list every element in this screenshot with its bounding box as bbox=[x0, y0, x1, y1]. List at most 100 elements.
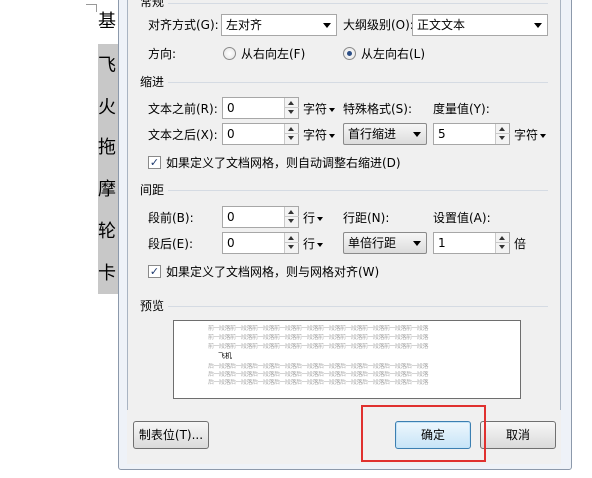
spin-down-icon[interactable] bbox=[288, 245, 294, 249]
chevron-down-icon bbox=[534, 23, 542, 28]
measure-label: 度量值(Y): bbox=[433, 102, 490, 116]
ltr-label[interactable]: 从左向右(L) bbox=[361, 46, 425, 62]
indent-before-unit[interactable]: 字符 bbox=[303, 101, 336, 117]
space-before-input[interactable]: 0 bbox=[222, 206, 299, 228]
doc-char[interactable]: 摩 bbox=[98, 180, 118, 200]
doc-char[interactable]: 火 bbox=[98, 98, 118, 118]
doc-char[interactable]: 飞 bbox=[98, 56, 118, 76]
spin-down-icon[interactable] bbox=[288, 110, 294, 114]
section-divider bbox=[140, 3, 548, 4]
preview-next-line: 后一段落后一段落后一段落后一段落后一段落后一段落后一段落后一段落后一段落后一段落 bbox=[208, 379, 429, 386]
space-after-unit[interactable]: 行 bbox=[303, 236, 324, 252]
screen: { "document": { "chars": ["基", "飞", "火",… bbox=[0, 0, 592, 478]
measure-input[interactable]: 5 bbox=[433, 123, 510, 145]
spin-down-icon[interactable] bbox=[288, 219, 294, 223]
spin-up-icon[interactable] bbox=[499, 127, 505, 131]
line-spacing-select[interactable]: 单倍行距 bbox=[343, 232, 427, 254]
outline-level-select[interactable]: 正文文本 bbox=[412, 14, 548, 36]
alignment-value: 左对齐 bbox=[226, 18, 263, 32]
doc-char[interactable]: 基 bbox=[98, 12, 118, 32]
unit-text: 字符 bbox=[303, 102, 328, 116]
preview-next-line: 后一段落后一段落后一段落后一段落后一段落后一段落后一段落后一段落后一段落后一段落 bbox=[208, 371, 429, 378]
spin-down-icon[interactable] bbox=[288, 136, 294, 140]
spin-buttons[interactable] bbox=[495, 124, 510, 144]
indent-after-label: 文本之后(X): bbox=[148, 128, 218, 142]
spin-down-icon[interactable] bbox=[499, 245, 505, 249]
special-format-select[interactable]: 首行缩进 bbox=[343, 123, 427, 145]
special-format-label: 特殊格式(S): bbox=[343, 102, 413, 116]
grid-align-checkbox[interactable]: ✓ bbox=[148, 265, 161, 278]
measure-unit[interactable]: 字符 bbox=[514, 127, 547, 143]
outline-level-label: 大纲级别(O): bbox=[343, 18, 414, 32]
spin-up-icon[interactable] bbox=[288, 127, 294, 131]
unit-text: 字符 bbox=[514, 128, 539, 142]
rtl-label[interactable]: 从右向左(F) bbox=[241, 46, 305, 62]
spin-buttons[interactable] bbox=[284, 124, 299, 144]
spin-buttons[interactable] bbox=[495, 233, 510, 253]
section-preview-title: 预览 bbox=[140, 298, 169, 314]
chevron-down-icon bbox=[413, 241, 421, 246]
indent-after-value: 0 bbox=[227, 127, 235, 141]
spin-buttons[interactable] bbox=[284, 98, 299, 118]
space-before-unit[interactable]: 行 bbox=[303, 210, 324, 226]
preview-prev-line: 前一段落前一段落前一段落前一段落前一段落前一段落前一段落前一段落前一段落前一段落 bbox=[208, 334, 429, 341]
indent-before-input[interactable]: 0 bbox=[222, 97, 299, 119]
line-spacing-label: 行距(N): bbox=[343, 211, 390, 225]
space-after-label: 段后(E): bbox=[148, 237, 193, 251]
spin-up-icon[interactable] bbox=[288, 210, 294, 214]
space-after-input[interactable]: 0 bbox=[222, 232, 299, 254]
cancel-button[interactable]: 取消 bbox=[480, 421, 556, 449]
auto-adjust-label[interactable]: 如果定义了文档网格，则自动调整右缩进(D) bbox=[166, 155, 401, 171]
caret-down-icon bbox=[317, 216, 324, 221]
preview-prev-line: 前一段落前一段落前一段落前一段落前一段落前一段落前一段落前一段落前一段落前一段落 bbox=[208, 325, 429, 332]
spin-up-icon[interactable] bbox=[288, 236, 294, 240]
alignment-label: 对齐方式(G): bbox=[148, 18, 219, 32]
direction-label: 方向: bbox=[148, 47, 177, 61]
page-corner-mark bbox=[86, 4, 96, 5]
indent-before-label: 文本之前(R): bbox=[148, 102, 218, 116]
setting-value-input[interactable]: 1 bbox=[433, 232, 510, 254]
ltr-radio[interactable] bbox=[343, 47, 356, 60]
auto-adjust-checkbox[interactable]: ✓ bbox=[148, 156, 161, 169]
grid-align-label[interactable]: 如果定义了文档网格，则与网格对齐(W) bbox=[166, 264, 379, 280]
spin-buttons[interactable] bbox=[284, 233, 299, 253]
tabs-button[interactable]: 制表位(T)... bbox=[133, 421, 209, 449]
spin-down-icon[interactable] bbox=[499, 136, 505, 140]
doc-char[interactable]: 拖 bbox=[98, 138, 118, 158]
section-general-title: 常规 bbox=[140, 0, 169, 10]
space-before-label: 段前(B): bbox=[148, 211, 194, 225]
unit-text: 字符 bbox=[303, 128, 328, 142]
indent-after-input[interactable]: 0 bbox=[222, 123, 299, 145]
measure-value: 5 bbox=[438, 127, 446, 141]
spin-up-icon[interactable] bbox=[499, 236, 505, 240]
doc-char[interactable]: 卡 bbox=[98, 264, 118, 284]
setting-value: 1 bbox=[438, 236, 446, 250]
preview-prev-line: 前一段落前一段落前一段落前一段落前一段落前一段落前一段落前一段落前一段落前一段落 bbox=[208, 343, 429, 350]
doc-char[interactable]: 轮 bbox=[98, 222, 118, 242]
setting-value-label: 设置值(A): bbox=[433, 211, 491, 225]
unit-text: 行 bbox=[303, 237, 316, 251]
space-after-value: 0 bbox=[227, 236, 235, 250]
alignment-select[interactable]: 左对齐 bbox=[221, 14, 337, 36]
indent-after-unit[interactable]: 字符 bbox=[303, 127, 336, 143]
indent-before-value: 0 bbox=[227, 101, 235, 115]
preview-next-line: 后一段落后一段落后一段落后一段落后一段落后一段落后一段落后一段落后一段落后一段落 bbox=[208, 363, 429, 370]
text-selection bbox=[98, 44, 118, 294]
rtl-radio[interactable] bbox=[223, 47, 236, 60]
outline-level-value: 正文文本 bbox=[417, 18, 466, 32]
line-spacing-value: 单倍行距 bbox=[348, 236, 397, 250]
caret-down-icon bbox=[540, 133, 547, 138]
special-format-value: 首行缩进 bbox=[348, 127, 397, 141]
chevron-down-icon bbox=[413, 132, 421, 137]
spin-buttons[interactable] bbox=[284, 207, 299, 227]
section-divider bbox=[140, 190, 548, 191]
page-corner-mark-vertical bbox=[96, 4, 97, 12]
space-before-value: 0 bbox=[227, 210, 235, 224]
section-divider bbox=[140, 82, 548, 83]
spin-up-icon[interactable] bbox=[288, 101, 294, 105]
section-indent-title: 缩进 bbox=[140, 74, 169, 90]
section-divider bbox=[140, 306, 548, 307]
section-spacing-title: 间距 bbox=[140, 182, 169, 198]
caret-down-icon bbox=[329, 133, 336, 138]
preview-main-text: 飞机 bbox=[218, 352, 232, 360]
